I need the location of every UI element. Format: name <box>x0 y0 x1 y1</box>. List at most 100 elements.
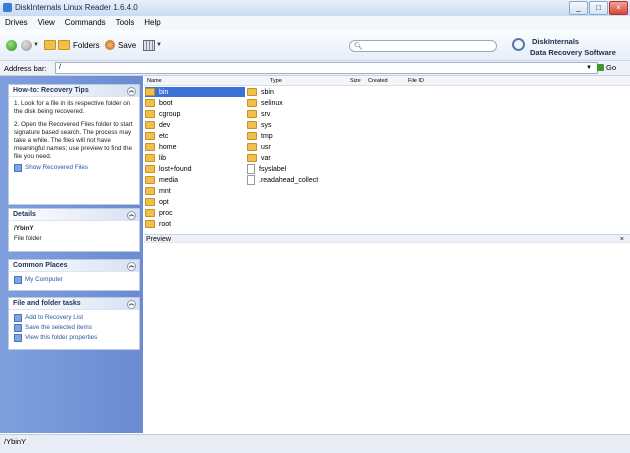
file-item[interactable]: lost+found <box>145 164 192 174</box>
recovered-files-icon <box>14 164 22 172</box>
file-icon <box>247 175 255 185</box>
column-headers: Name Type Size Created File ID <box>144 76 630 86</box>
minimize-button[interactable]: _ <box>569 1 588 15</box>
preview-label: Preview <box>146 236 171 243</box>
file-list: Name Type Size Created File ID bin boot … <box>144 76 630 433</box>
column-created[interactable]: Created <box>368 78 388 84</box>
file-item[interactable]: boot <box>145 98 173 108</box>
file-name: dev <box>159 121 171 129</box>
file-item[interactable]: proc <box>145 208 173 218</box>
file-item[interactable]: lib <box>145 153 166 163</box>
file-name: opt <box>159 198 169 206</box>
file-name: etc <box>159 132 169 140</box>
file-name: media <box>159 176 179 184</box>
up-folder-button[interactable] <box>44 38 56 52</box>
menu-view[interactable]: View <box>33 16 58 27</box>
file-item[interactable]: sbin <box>247 87 274 97</box>
go-arrow-icon <box>597 64 604 71</box>
folder-up-icon <box>44 40 56 50</box>
file-item[interactable]: srv <box>247 109 270 119</box>
collapse-icon[interactable]: ︽ <box>127 262 136 271</box>
file-item[interactable]: home <box>145 142 177 152</box>
collapse-icon[interactable]: ︽ <box>127 87 136 96</box>
column-type[interactable]: Type <box>270 78 282 84</box>
save-button[interactable]: Save <box>105 38 136 52</box>
menu-drives[interactable]: Drives <box>0 16 31 27</box>
properties-icon <box>14 334 22 342</box>
column-file-id[interactable]: File ID <box>408 78 424 84</box>
add-to-recovery-list-link[interactable]: Add to Recovery List <box>14 313 134 323</box>
file-item[interactable]: bin <box>145 87 245 97</box>
view-folder-properties-link[interactable]: View this folder properties <box>14 333 134 343</box>
save-label: Save <box>118 40 137 50</box>
file-item[interactable]: fsyslabel <box>247 164 286 174</box>
file-item[interactable]: sys <box>247 120 272 130</box>
go-button[interactable]: Go <box>597 63 616 72</box>
file-item[interactable]: tmp <box>247 131 273 141</box>
folder-icon <box>145 132 155 140</box>
close-preview-icon[interactable]: × <box>620 235 624 244</box>
file-item[interactable]: usr <box>247 142 271 152</box>
file-name: lib <box>159 154 167 162</box>
address-input[interactable]: / <box>55 62 598 74</box>
column-name[interactable]: Name <box>147 78 162 84</box>
file-item[interactable]: root <box>145 219 171 229</box>
file-name: tmp <box>261 132 273 140</box>
link-label: Add to Recovery List <box>25 314 84 321</box>
panel-header[interactable]: File and folder tasks ︽ <box>9 298 139 310</box>
file-name: cgroup <box>159 110 181 118</box>
file-item[interactable]: cgroup <box>145 109 180 119</box>
brand-name: DiskInternals <box>532 37 580 46</box>
folder-icon <box>145 176 155 184</box>
maximize-button[interactable]: □ <box>589 1 608 15</box>
file-item[interactable]: .readahead_collect <box>247 175 318 185</box>
folder-icon <box>145 165 155 173</box>
details-type: File folder <box>14 235 42 242</box>
menu-tools[interactable]: Tools <box>111 16 138 27</box>
file-item[interactable]: etc <box>145 131 168 141</box>
show-recovered-files-link[interactable]: Show Recovered Files <box>14 163 134 173</box>
collapse-icon[interactable]: ︽ <box>127 211 136 220</box>
panel-header[interactable]: Details ︽ <box>9 209 139 221</box>
folder-icon <box>145 198 155 206</box>
menu-help[interactable]: Help <box>139 16 163 27</box>
file-item[interactable]: dev <box>145 120 170 130</box>
collapse-icon[interactable]: ︽ <box>127 300 136 309</box>
close-button[interactable]: × <box>609 1 628 15</box>
file-name: sys <box>261 121 272 129</box>
panel-title: Details <box>13 211 36 218</box>
folder-icon <box>247 132 257 140</box>
file-item[interactable]: opt <box>145 197 169 207</box>
column-size[interactable]: Size <box>350 78 361 84</box>
folder-icon <box>145 88 155 96</box>
file-item[interactable]: media <box>145 175 178 185</box>
folders-button[interactable]: Folders <box>58 38 100 52</box>
file-item[interactable]: selinux <box>247 98 283 108</box>
diskinternals-logo <box>512 38 525 51</box>
view-mode-button[interactable]: ▼ <box>143 38 162 52</box>
file-name: usr <box>261 143 271 151</box>
forward-button[interactable]: ▼ <box>21 38 39 52</box>
folders-label: Folders <box>73 40 100 50</box>
address-dropdown-icon[interactable]: ▼ <box>586 65 592 71</box>
link-label: View this folder properties <box>25 334 98 341</box>
search-input[interactable]: 🔍︎ <box>349 40 497 52</box>
folder-icon <box>247 121 257 129</box>
my-computer-link[interactable]: My Computer <box>14 275 134 285</box>
menu-commands[interactable]: Commands <box>60 16 109 27</box>
add-icon <box>14 314 22 322</box>
file-item[interactable]: mnt <box>145 186 171 196</box>
file-name: var <box>261 154 271 162</box>
back-button[interactable] <box>6 38 17 52</box>
address-bar: Address bar: / ▼ Go <box>0 61 630 76</box>
task-pane: How-to: Recovery Tips ︽ 1. Look for a fi… <box>0 76 143 433</box>
common-places-panel: Common Places ︽ My Computer <box>8 259 140 291</box>
file-folder-tasks-panel: File and folder tasks ︽ Add to Recovery … <box>8 297 140 350</box>
panel-header[interactable]: Common Places ︽ <box>9 260 139 272</box>
folder-icon <box>247 154 257 162</box>
window-title: DiskInternals Linux Reader 1.6.4.0 <box>15 3 138 12</box>
panel-header[interactable]: How-to: Recovery Tips ︽ <box>9 85 139 97</box>
file-item[interactable]: var <box>247 153 271 163</box>
file-name: bin <box>159 88 169 96</box>
save-selected-items-link[interactable]: Save the selected items <box>14 323 134 333</box>
